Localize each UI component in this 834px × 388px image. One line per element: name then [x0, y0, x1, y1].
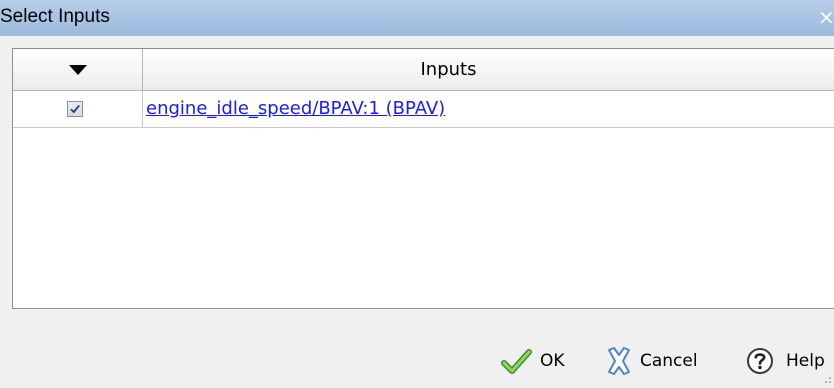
cancel-button-label: Cancel: [640, 351, 698, 371]
ok-button[interactable]: OK: [500, 344, 576, 378]
input-link[interactable]: engine_idle_speed/BPAV:1 (BPAV): [143, 91, 834, 127]
checkbox-cell: [13, 91, 143, 127]
row-checkbox[interactable]: [67, 101, 83, 117]
cancel-x-icon: [608, 347, 630, 375]
help-question-icon: [747, 348, 773, 374]
resize-grip-icon[interactable]: [822, 376, 832, 386]
inputs-table: Inputs engine_idle_speed/BPAV:1 (BPAV): [12, 48, 834, 309]
inputs-column-header[interactable]: Inputs: [143, 49, 834, 90]
cancel-button[interactable]: Cancel: [604, 344, 716, 378]
close-icon[interactable]: ×: [818, 6, 834, 28]
table-header: Inputs: [13, 49, 834, 91]
check-icon: [501, 349, 532, 374]
triangle-down-icon: [69, 65, 87, 75]
help-button-label: Help: [786, 351, 825, 371]
select-column-header[interactable]: [13, 49, 143, 90]
ok-button-label: OK: [540, 351, 565, 371]
dialog-titlebar: Select Inputs ×: [0, 0, 834, 36]
help-button[interactable]: Help: [745, 344, 834, 378]
checkmark-icon: [70, 104, 80, 114]
table-row: engine_idle_speed/BPAV:1 (BPAV): [13, 91, 834, 128]
dialog-title: Select Inputs: [0, 6, 110, 27]
